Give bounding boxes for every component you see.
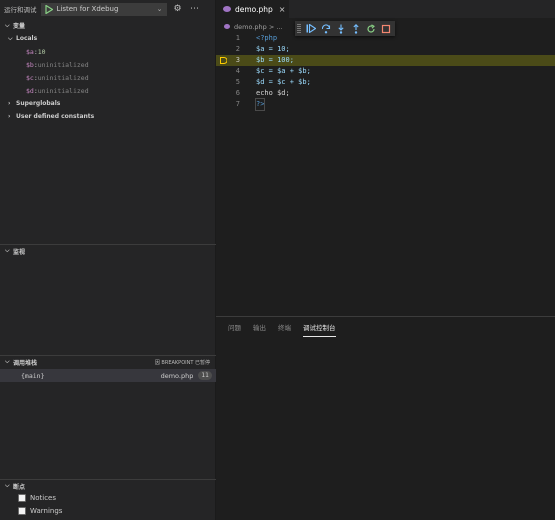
breadcrumb[interactable]: demo.php > ... bbox=[224, 21, 283, 32]
php-file-icon bbox=[223, 6, 231, 12]
vscode-window: 运行和调试 Listen for Xdebug ⌄ ⚙ ⋯ ⌵ 变量 ⌵ Loc… bbox=[0, 0, 555, 520]
breakpoints-header-label: 断点 bbox=[13, 483, 26, 491]
restart-icon[interactable] bbox=[364, 23, 378, 35]
chevron-right-icon: › bbox=[8, 113, 11, 120]
variable-name: $d bbox=[26, 86, 34, 95]
debug-toolbar bbox=[295, 21, 395, 36]
breakpoint-item[interactable]: Warnings bbox=[0, 504, 216, 517]
run-and-debug-bar: 运行和调试 Listen for Xdebug ⌄ ⚙ ⋯ bbox=[0, 0, 216, 18]
grip-icon[interactable] bbox=[297, 24, 301, 33]
breakpoint-item[interactable]: Notices bbox=[0, 491, 216, 504]
tab-demo-php[interactable]: demo.php × bbox=[216, 0, 289, 18]
chevron-right-icon: › bbox=[8, 100, 11, 107]
chevron-down-icon: ⌵ bbox=[5, 482, 10, 489]
code-editor[interactable]: 1 <?php 2 $a = 10; 3 $b = 100; 4 $c = $a… bbox=[216, 33, 555, 113]
line-number: 5 bbox=[235, 78, 240, 86]
stack-frame-row[interactable]: {main} demo.php 11 bbox=[0, 369, 216, 382]
code-text: $c = $a + $b; bbox=[256, 67, 311, 75]
code-line-current: 3 $b = 100; bbox=[216, 55, 555, 66]
stack-frame-line-badge: 11 bbox=[198, 371, 212, 380]
variable-value: uninitialized bbox=[37, 86, 89, 95]
variable-row[interactable]: $d: uninitialized bbox=[0, 84, 216, 97]
gear-icon[interactable]: ⚙ bbox=[172, 3, 184, 15]
step-into-icon[interactable] bbox=[334, 23, 348, 35]
breadcrumb-text: demo.php > ... bbox=[234, 22, 283, 31]
debug-config-select[interactable]: Listen for Xdebug ⌄ bbox=[40, 2, 167, 16]
code-line: 2 $a = 10; bbox=[216, 44, 555, 55]
step-out-icon[interactable] bbox=[349, 23, 363, 35]
variable-row[interactable]: $c: uninitialized bbox=[0, 71, 216, 84]
run-and-debug-title: 运行和调试 bbox=[4, 6, 37, 14]
code-text: ?> bbox=[254, 98, 266, 111]
line-number: 4 bbox=[235, 67, 240, 75]
debug-sidebar: 运行和调试 Listen for Xdebug ⌄ ⚙ ⋯ ⌵ 变量 ⌵ Loc… bbox=[0, 0, 216, 520]
watch-header-label: 监视 bbox=[13, 248, 26, 256]
step-over-icon[interactable] bbox=[319, 23, 333, 35]
locals-label: Locals bbox=[16, 35, 38, 42]
continue-icon[interactable] bbox=[304, 23, 318, 35]
line-number: 6 bbox=[235, 89, 240, 97]
chevron-down-icon: ⌵ bbox=[5, 358, 10, 365]
chevron-down-icon: ⌵ bbox=[8, 34, 13, 42]
line-number: 3 bbox=[235, 56, 240, 64]
superglobals-label: Superglobals bbox=[16, 100, 61, 107]
user-constants-label: User defined constants bbox=[16, 113, 95, 120]
stack-frame-name: {main} bbox=[21, 371, 45, 380]
editor-tabbar: demo.php × bbox=[216, 0, 555, 18]
tab-problems[interactable]: 问题 bbox=[228, 322, 241, 337]
chevron-down-icon: ⌵ bbox=[5, 247, 10, 254]
variable-name: $b bbox=[26, 60, 34, 69]
debug-config-name: Listen for Xdebug bbox=[56, 5, 119, 13]
editor-area: demo.php × demo.php > ... 1 <?php 2 $a =… bbox=[216, 0, 555, 520]
callstack-status: 因 BREAKPOINT 已暂停 bbox=[154, 359, 210, 366]
stop-icon[interactable] bbox=[379, 23, 393, 35]
callstack-header-label: 调用堆栈 bbox=[13, 359, 38, 367]
user-constants-scope[interactable]: › User defined constants bbox=[0, 110, 216, 123]
tab-terminal[interactable]: 终端 bbox=[278, 322, 291, 337]
stack-frame-file: demo.php bbox=[160, 371, 194, 380]
line-number: 7 bbox=[235, 100, 240, 108]
tab-debug-console[interactable]: 调试控制台 bbox=[303, 322, 336, 337]
breakpoint-current-icon[interactable] bbox=[220, 57, 227, 64]
line-number: 1 bbox=[235, 34, 240, 42]
breakpoint-checkbox[interactable] bbox=[18, 506, 26, 515]
watch-section-header[interactable]: ⌵ 监视 bbox=[0, 244, 216, 257]
code-text: echo $d; bbox=[256, 89, 290, 97]
chevron-down-icon: ⌄ bbox=[156, 5, 163, 13]
variable-row[interactable]: $b: uninitialized bbox=[0, 58, 216, 71]
code-text: $d = $c + $b; bbox=[256, 78, 311, 86]
variable-value: uninitialized bbox=[37, 60, 89, 69]
tab-output[interactable]: 输出 bbox=[253, 322, 266, 337]
variable-name: $a bbox=[26, 47, 34, 56]
breakpoint-checkbox[interactable] bbox=[18, 493, 26, 502]
chevron-down-icon: ⌵ bbox=[5, 21, 10, 29]
bottom-panel: 问题 输出 终端 调试控制台 bbox=[216, 316, 555, 520]
tab-label: demo.php bbox=[235, 4, 273, 14]
breakpoint-label: Warnings bbox=[30, 506, 63, 515]
code-text: $b = 100; bbox=[256, 56, 294, 64]
variable-value: uninitialized bbox=[37, 73, 89, 82]
variable-row[interactable]: $a: 10 bbox=[0, 45, 216, 58]
code-text: $a = 10; bbox=[256, 45, 290, 53]
code-line: 5 $d = $c + $b; bbox=[216, 77, 555, 88]
variables-header-label: 变量 bbox=[13, 23, 26, 30]
code-line: 7 ?> bbox=[216, 98, 555, 111]
callstack-section-header[interactable]: ⌵ 调用堆栈 因 BREAKPOINT 已暂停 bbox=[0, 355, 216, 368]
line-number: 2 bbox=[235, 45, 240, 53]
close-icon[interactable]: × bbox=[279, 5, 286, 14]
breakpoint-label: Notices bbox=[30, 493, 57, 502]
php-file-icon bbox=[224, 24, 230, 29]
locals-scope[interactable]: ⌵ Locals bbox=[0, 32, 216, 45]
superglobals-scope[interactable]: › Superglobals bbox=[0, 97, 216, 110]
code-line: 6 echo $d; bbox=[216, 88, 555, 99]
variable-value: 10 bbox=[37, 47, 46, 56]
more-icon[interactable]: ⋯ bbox=[189, 3, 201, 15]
panel-tabs: 问题 输出 终端 调试控制台 bbox=[228, 322, 348, 337]
code-line: 4 $c = $a + $b; bbox=[216, 66, 555, 77]
variable-name: $c bbox=[26, 73, 34, 82]
play-icon[interactable] bbox=[44, 4, 53, 14]
code-text: <?php bbox=[256, 34, 278, 42]
variables-section-header[interactable]: ⌵ 变量 bbox=[0, 19, 216, 32]
